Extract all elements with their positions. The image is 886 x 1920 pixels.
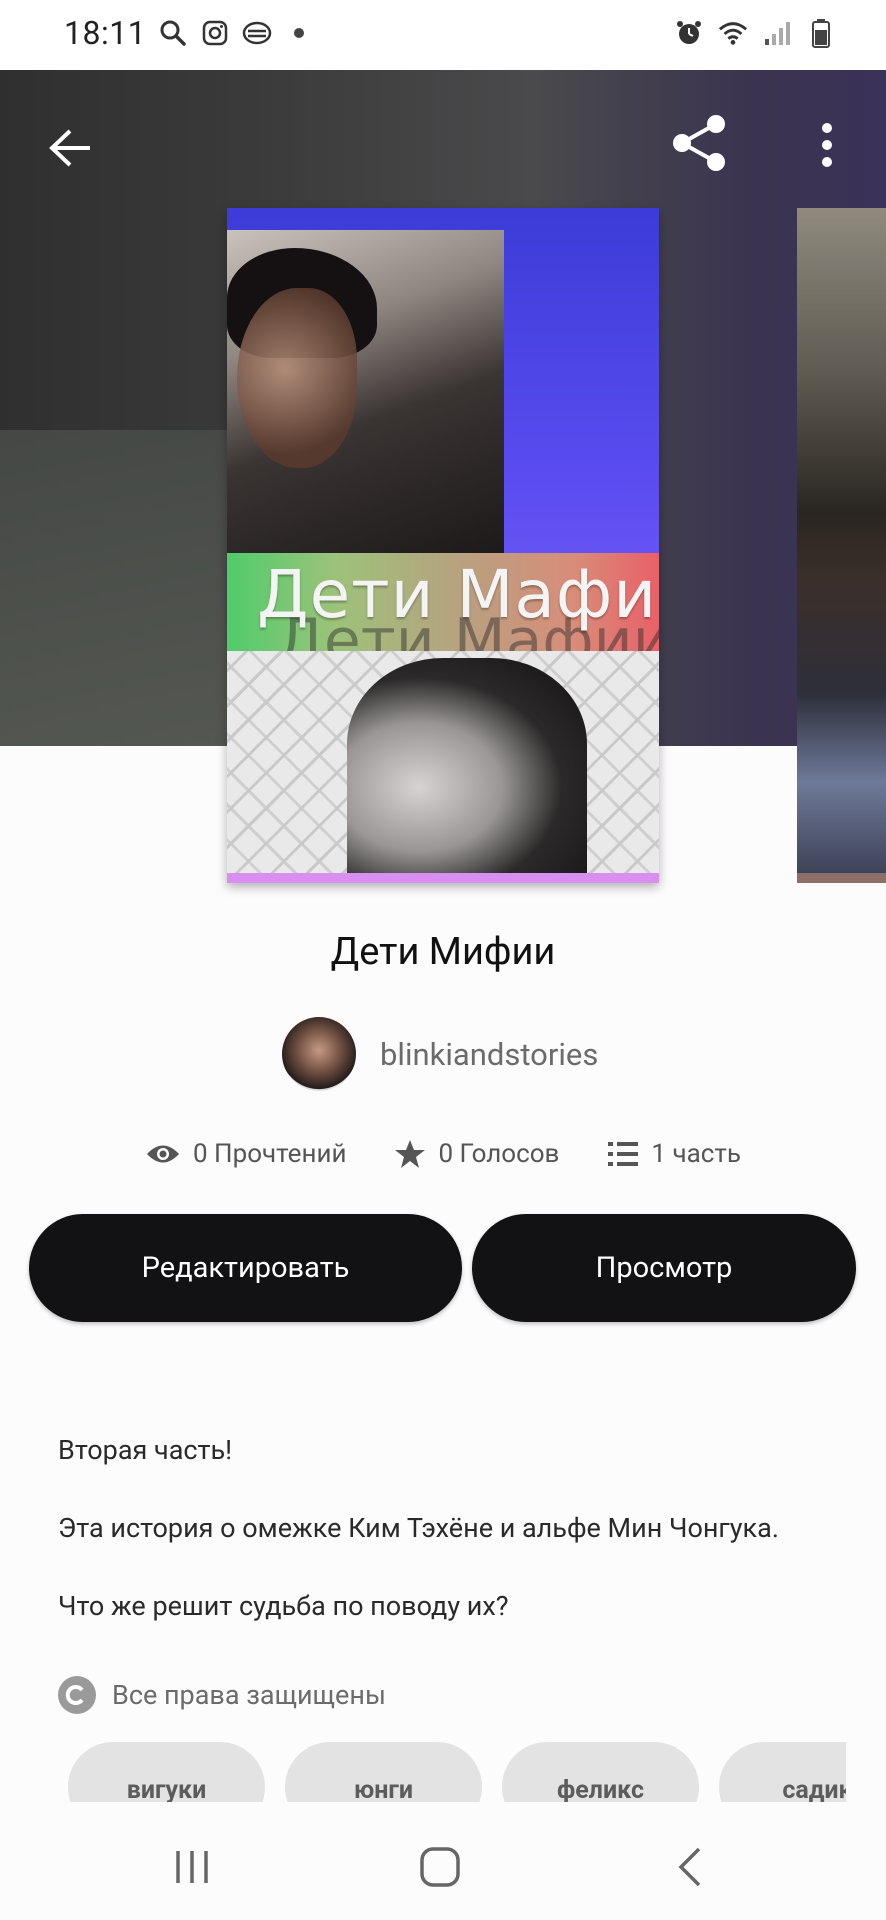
list-icon — [608, 1142, 639, 1166]
author-row[interactable]: blinkiandstories — [282, 1017, 598, 1091]
reads-stat: 0 Прочтений — [145, 1138, 346, 1170]
copyright-icon — [58, 1676, 96, 1714]
status-bar: 18:11 — [0, 0, 886, 70]
system-back-button[interactable] — [660, 1842, 720, 1892]
share-icon — [673, 115, 725, 171]
tag-chip[interactable]: садик — [719, 1742, 846, 1802]
story-stats: 0 Прочтений 0 Голосов 1 часть — [0, 1138, 886, 1170]
app-icon — [242, 18, 272, 48]
arrow-left-icon — [49, 129, 90, 167]
edit-button[interactable]: Редактировать — [29, 1214, 462, 1322]
more-vertical-icon — [822, 123, 832, 167]
cover-title: Дети Мафии — [257, 556, 659, 633]
next-story-cover[interactable] — [797, 208, 886, 883]
votes-stat: 0 Голосов — [394, 1138, 559, 1170]
system-nav-bar — [0, 1802, 886, 1920]
dot-icon — [284, 18, 314, 48]
avatar[interactable] — [282, 1017, 356, 1091]
recent-apps-icon — [176, 1851, 208, 1883]
instagram-icon — [200, 18, 230, 48]
back-button[interactable] — [40, 118, 100, 178]
star-icon — [395, 1140, 426, 1168]
cover-strip — [227, 873, 659, 883]
description-line: Вторая часть! — [58, 1434, 233, 1466]
share-button[interactable] — [664, 108, 734, 178]
copyright-text: Все права защищены — [112, 1679, 386, 1711]
tag-chip[interactable]: вигуки — [68, 1742, 265, 1802]
tags-row[interactable]: вигуки юнги феликс садик — [68, 1742, 846, 1802]
view-button[interactable]: Просмотр — [472, 1214, 856, 1322]
reads-count: 0 Прочтений — [193, 1139, 347, 1169]
signal-icon — [762, 18, 792, 48]
recent-apps-button[interactable] — [162, 1842, 222, 1892]
author-name[interactable]: blinkiandstories — [380, 1036, 598, 1073]
cover-figure-face — [237, 288, 357, 468]
tag-chip[interactable]: юнги — [285, 1742, 482, 1802]
cover-figure-bottom — [347, 658, 587, 873]
wifi-icon — [718, 18, 748, 48]
tag-chip[interactable]: феликс — [502, 1742, 699, 1802]
battery-icon — [806, 18, 836, 48]
story-title: Дети Мифии — [330, 930, 556, 974]
home-button[interactable] — [410, 1842, 470, 1892]
next-cover-strip — [797, 873, 886, 883]
copyright-row: Все права защищены — [58, 1676, 386, 1714]
hero-blur — [0, 430, 230, 746]
home-icon — [420, 1847, 460, 1887]
votes-count: 0 Голосов — [438, 1139, 560, 1169]
status-time: 18:11 — [64, 14, 147, 52]
alarm-icon — [674, 18, 704, 48]
search-icon — [158, 18, 188, 48]
parts-count: 1 часть — [651, 1139, 741, 1169]
eye-icon — [147, 1145, 179, 1163]
story-cover[interactable]: Дети Мафии Дети Мафии — [227, 208, 659, 883]
parts-stat: 1 часть — [607, 1138, 741, 1170]
nav-back-icon — [678, 1847, 701, 1887]
more-options-button[interactable] — [800, 110, 854, 180]
description-line: Эта история о омежке Ким Тэхёне и альфе … — [58, 1512, 779, 1544]
description-line: Что же решит судьба по поводу их? — [58, 1590, 509, 1622]
story-description: Вторая часть! Эта история о омежке Ким Т… — [58, 1430, 858, 1664]
